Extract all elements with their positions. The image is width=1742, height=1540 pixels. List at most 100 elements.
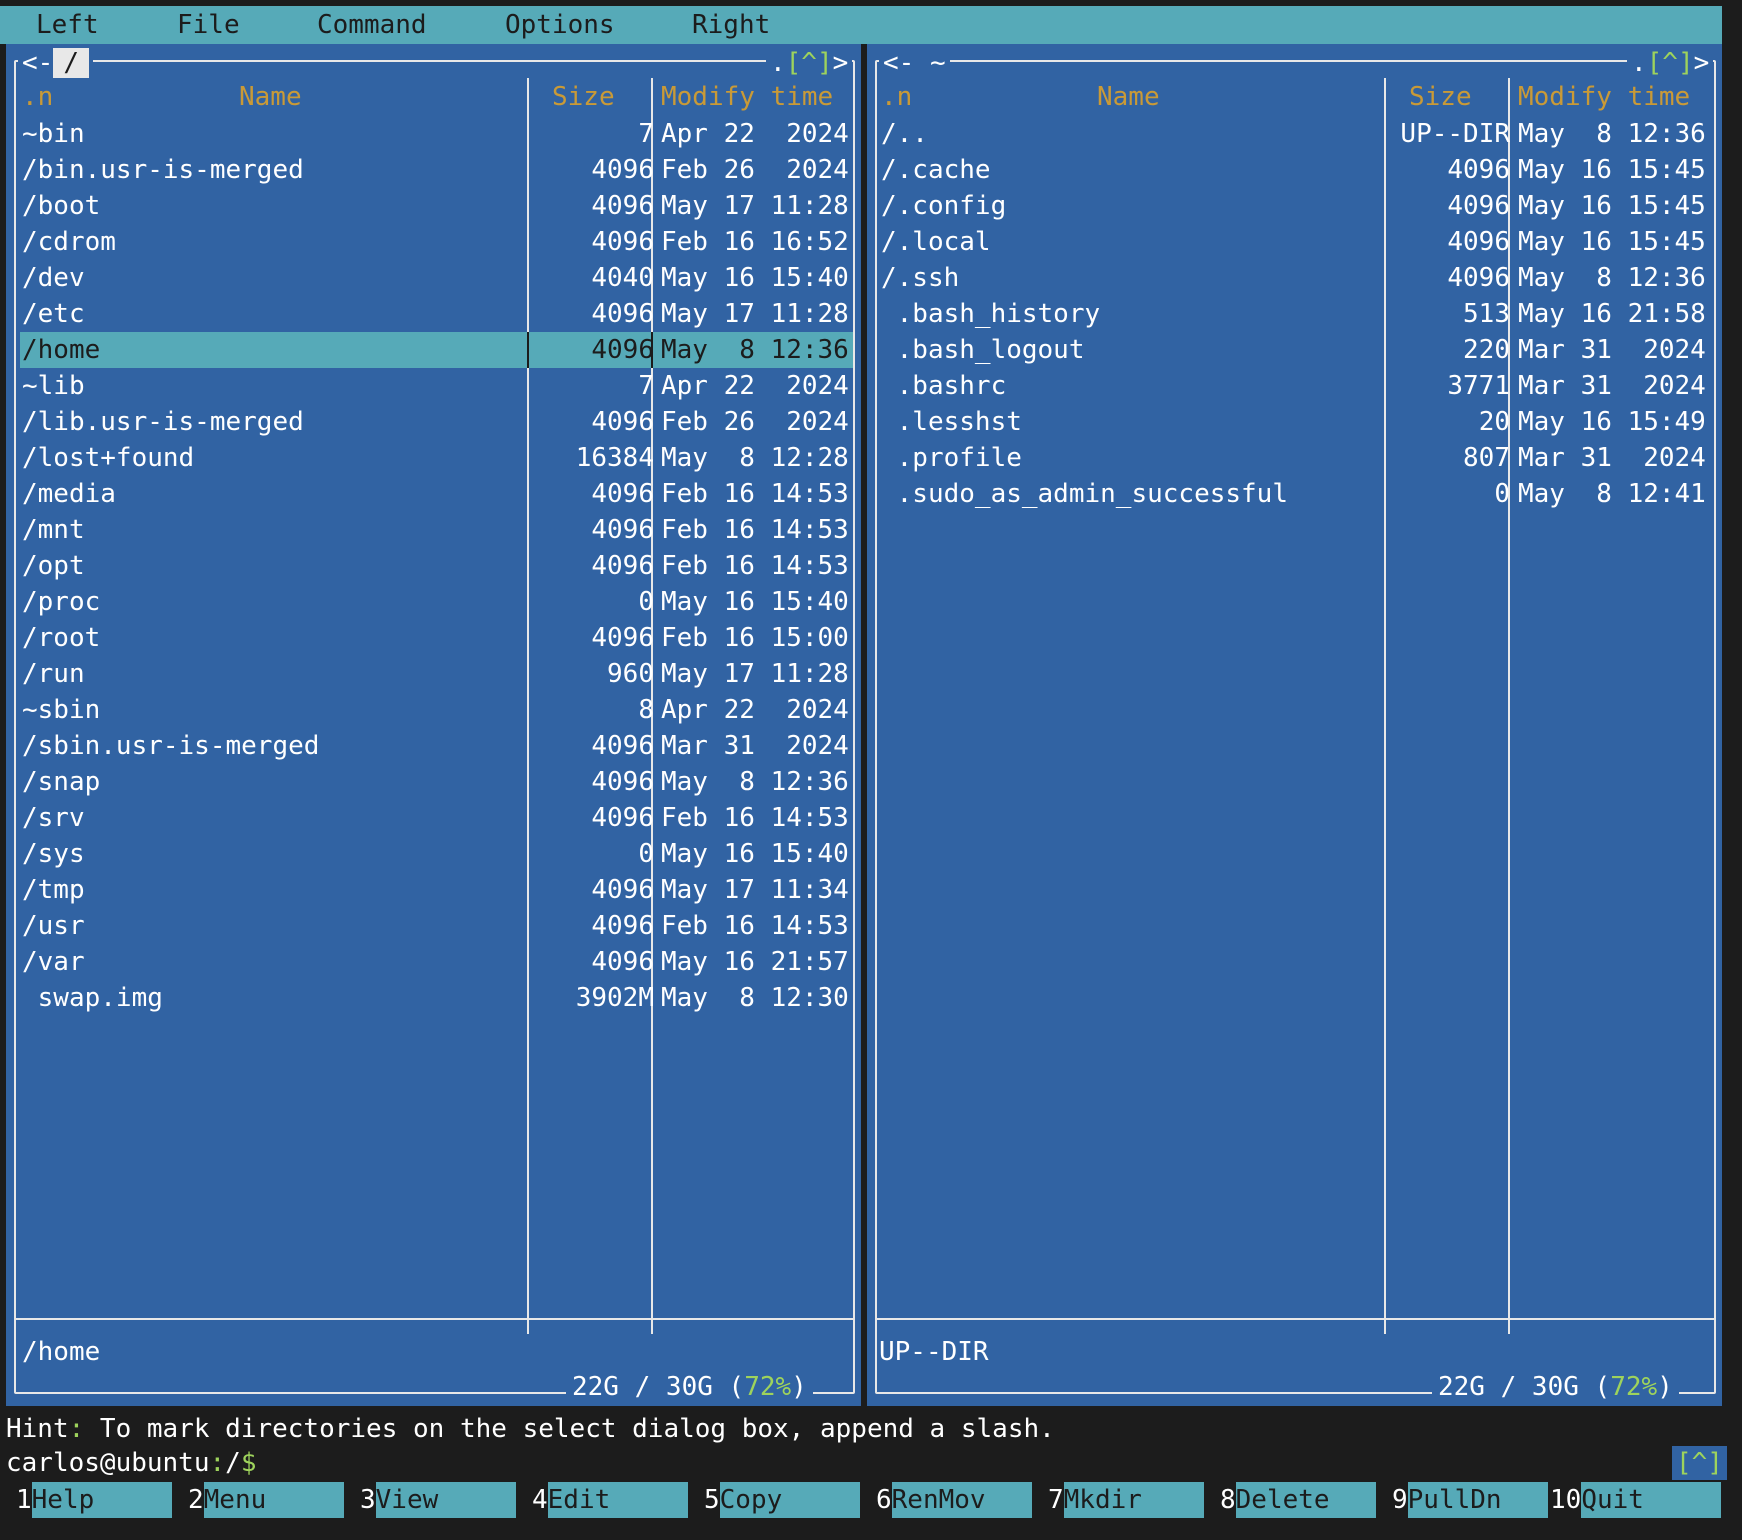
file-row[interactable]: /sys 0 May 16 15:40 (6, 836, 861, 872)
file-row[interactable]: /lost+found 16384 May 8 12:28 (6, 440, 861, 476)
fkey-edit[interactable]: 4Edit (516, 1482, 688, 1518)
file-size: 0 (638, 839, 654, 869)
left-col-name[interactable]: Name (239, 80, 302, 114)
fkey-view[interactable]: 3View (344, 1482, 516, 1518)
fkey-mkdir[interactable]: 7Mkdir (1032, 1482, 1204, 1518)
file-name: /lost+found (22, 443, 195, 473)
file-row[interactable]: /bin.usr-is-merged 4096 Feb 26 2024 (6, 152, 861, 188)
file-row[interactable]: /dev 4040 May 16 15:40 (6, 260, 861, 296)
file-row[interactable]: /lib.usr-is-merged 4096 Feb 26 2024 (6, 404, 861, 440)
file-row[interactable]: /tmp 4096 May 17 11:34 (6, 872, 861, 908)
file-size: 4096 (591, 947, 654, 977)
file-name: /opt (22, 551, 85, 581)
file-mtime: Feb 26 2024 (661, 407, 849, 437)
file-row[interactable]: /opt 4096 Feb 16 14:53 (6, 548, 861, 584)
fkey-menu[interactable]: 2Menu (172, 1482, 344, 1518)
right-history-back-icon[interactable]: <- (883, 48, 914, 78)
right-panel[interactable]: <- ~ .[^]> .n Name Size Modify time /.. U… (867, 44, 1722, 1406)
file-name: .sudo_as_admin_successful (881, 479, 1288, 509)
fkey-pulldn[interactable]: 9PullDn (1376, 1482, 1548, 1518)
file-row[interactable]: /usr 4096 Feb 16 14:53 (6, 908, 861, 944)
menu-left[interactable]: Left (36, 10, 99, 40)
file-row[interactable]: .bashrc 3771 Mar 31 2024 (867, 368, 1722, 404)
fkey-number: 2 (188, 1485, 204, 1515)
right-hidden-toggle[interactable]: . (1631, 48, 1647, 78)
file-row[interactable]: ~bin 7 Apr 22 2024 (6, 116, 861, 152)
shell-prompt[interactable]: carlos@ubuntu:/$ (6, 1446, 256, 1480)
file-size: 8 (638, 695, 654, 725)
fkey-delete[interactable]: 8Delete (1204, 1482, 1376, 1518)
file-row[interactable]: .bash_history 513 May 16 21:58 (867, 296, 1722, 332)
file-name: .bash_history (881, 299, 1101, 329)
file-row[interactable]: /etc 4096 May 17 11:28 (6, 296, 861, 332)
fkey-number: 8 (1220, 1485, 1236, 1515)
file-name: /srv (22, 803, 85, 833)
file-row[interactable]: ~lib 7 Apr 22 2024 (6, 368, 861, 404)
file-row[interactable]: /.config 4096 May 16 15:45 (867, 188, 1722, 224)
file-row[interactable]: .lesshst 20 May 16 15:49 (867, 404, 1722, 440)
file-size: 3771 (1447, 371, 1510, 401)
file-row[interactable]: .sudo_as_admin_successful 0 May 8 12:41 (867, 476, 1722, 512)
left-history-back-icon[interactable]: <- (22, 48, 53, 78)
file-row[interactable]: /root 4096 Feb 16 15:00 (6, 620, 861, 656)
right-disk-pct: 72% (1610, 1372, 1658, 1402)
file-row[interactable]: /media 4096 Feb 16 14:53 (6, 476, 861, 512)
file-row[interactable]: /snap 4096 May 8 12:36 (6, 764, 861, 800)
file-row[interactable]: /.ssh 4096 May 8 12:36 (867, 260, 1722, 296)
file-mtime: Feb 26 2024 (661, 155, 849, 185)
file-row[interactable]: .bash_logout 220 Mar 31 2024 (867, 332, 1722, 368)
file-row[interactable]: /cdrom 4096 Feb 16 16:52 (6, 224, 861, 260)
file-row[interactable]: swap.img 3902M May 8 12:30 (6, 980, 861, 1016)
file-size: 7 (638, 371, 654, 401)
file-row[interactable]: /var 4096 May 16 21:57 (6, 944, 861, 980)
left-panel-path[interactable]: / (53, 48, 89, 78)
file-name: ~bin (22, 119, 85, 149)
file-name: /proc (22, 587, 101, 617)
file-size: 20 (1478, 407, 1510, 437)
menu-options[interactable]: Options (505, 10, 615, 40)
file-size: 7 (638, 119, 654, 149)
file-row[interactable]: /proc 0 May 16 15:40 (6, 584, 861, 620)
right-col-time[interactable]: Modify time (1518, 80, 1690, 114)
file-row[interactable]: /.local 4096 May 16 15:45 (867, 224, 1722, 260)
right-panel-path[interactable]: ~ (930, 48, 946, 78)
hint-label: Hint (6, 1414, 69, 1444)
file-row[interactable]: /sbin.usr-is-merged 4096 Mar 31 2024 (6, 728, 861, 764)
menu-command[interactable]: Command (317, 10, 427, 40)
left-col-time[interactable]: Modify time (661, 80, 833, 114)
file-mtime: May 8 12:36 (661, 767, 849, 797)
left-col-sort[interactable]: .n (22, 80, 53, 114)
file-mtime: Feb 16 14:53 (661, 911, 849, 941)
function-key-bar: 1Help 2Menu 3View 4Edit 5Copy 6RenMov 7Mkdir 8D… (0, 1482, 1722, 1518)
fkey-number: 9 (1392, 1485, 1408, 1515)
file-row[interactable]: /home 4096 May 8 12:36 (20, 332, 853, 368)
file-row[interactable]: /boot 4096 May 17 11:28 (6, 188, 861, 224)
file-row[interactable]: /.. UP--DIR May 8 12:36 (867, 116, 1722, 152)
menu-file[interactable]: File (177, 10, 240, 40)
left-col-size[interactable]: Size (552, 80, 615, 114)
right-history-button[interactable]: [^] (1647, 48, 1694, 78)
right-forward-icon[interactable]: > (1694, 48, 1710, 78)
right-col-sort[interactable]: .n (881, 80, 912, 114)
file-row[interactable]: /mnt 4096 Feb 16 14:53 (6, 512, 861, 548)
file-row[interactable]: .profile 807 Mar 31 2024 (867, 440, 1722, 476)
fkey-copy[interactable]: 5Copy (688, 1482, 860, 1518)
fkey-renmov[interactable]: 6RenMov (860, 1482, 1032, 1518)
file-row[interactable]: /srv 4096 Feb 16 14:53 (6, 800, 861, 836)
left-forward-icon[interactable]: > (833, 48, 849, 78)
fkey-help[interactable]: 1Help (0, 1482, 172, 1518)
fkey-quit[interactable]: 10Quit (1548, 1482, 1722, 1518)
file-row[interactable]: /.cache 4096 May 16 15:45 (867, 152, 1722, 188)
file-name: /home (22, 335, 101, 365)
right-col-size[interactable]: Size (1409, 80, 1472, 114)
left-panel[interactable]: <- / .[^]> .n Name Size Modify time ~bin 7… (6, 44, 861, 1406)
menu-right[interactable]: Right (692, 10, 770, 40)
left-hidden-toggle[interactable]: . (770, 48, 786, 78)
left-history-button[interactable]: [^] (786, 48, 833, 78)
prompt-history-button[interactable]: [^] (1672, 1446, 1727, 1480)
file-mtime: Mar 31 2024 (1518, 443, 1706, 473)
file-row[interactable]: ~sbin 8 Apr 22 2024 (6, 692, 861, 728)
file-row[interactable]: /run 960 May 17 11:28 (6, 656, 861, 692)
file-name: /bin.usr-is-merged (22, 155, 304, 185)
right-col-name[interactable]: Name (1097, 80, 1160, 114)
